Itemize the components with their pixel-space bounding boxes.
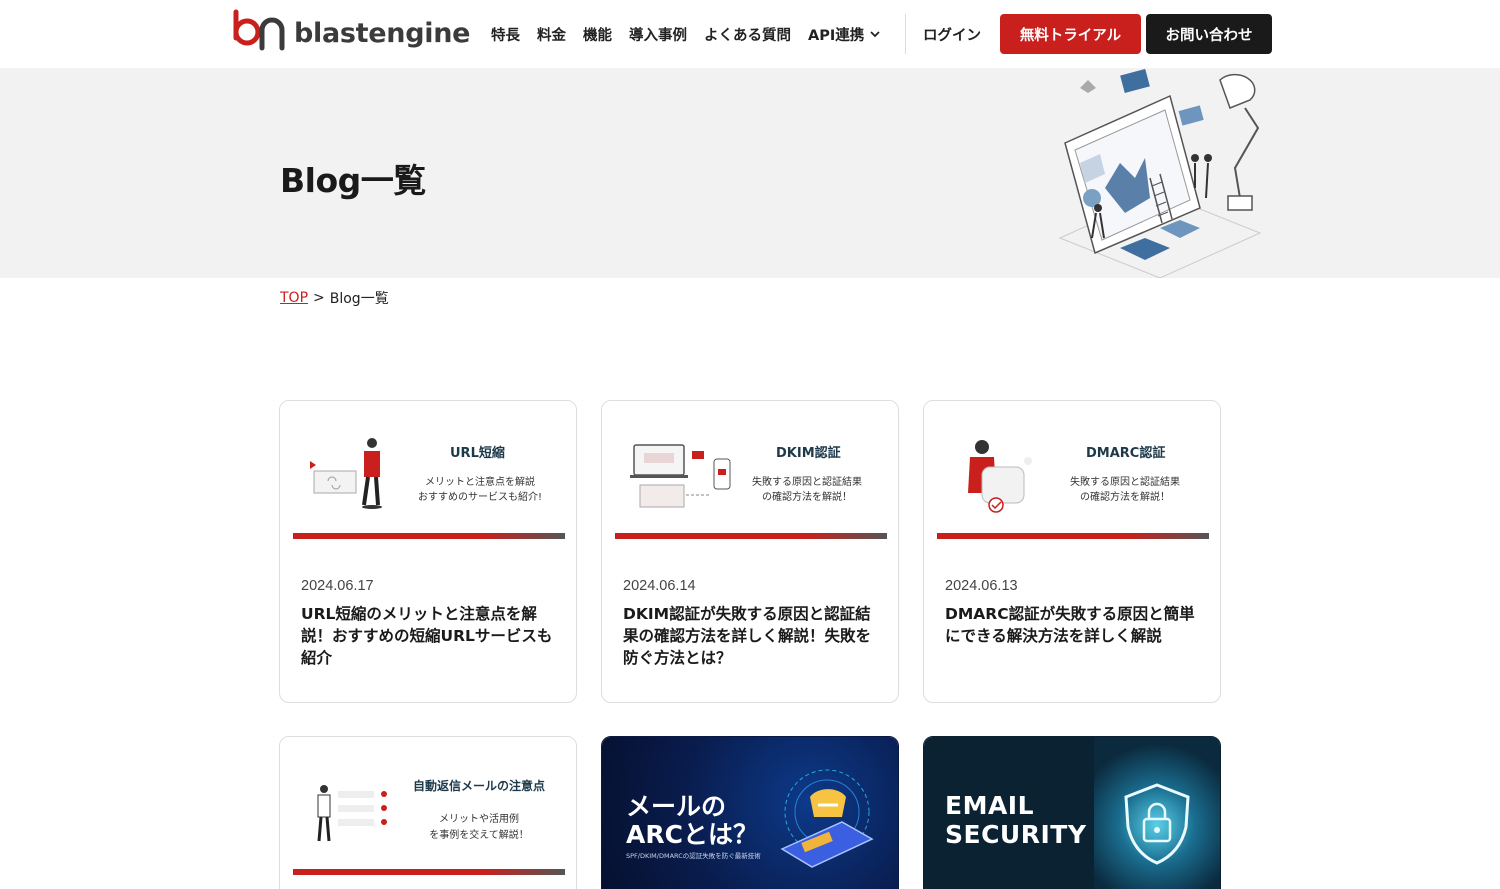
thumb-accent-bar: [615, 533, 887, 539]
blog-card[interactable]: DMARC認証 失敗する原因と認証結果 の確認方法を解説！ 2024.06.13…: [923, 400, 1221, 703]
lock-shield-icon: [1124, 783, 1190, 865]
nav-faq[interactable]: よくある質問: [704, 24, 791, 45]
card-thumbnail: URL短縮 メリットと注意点を解説 おすすめのサービスも紹介!: [280, 401, 576, 551]
nav-functions[interactable]: 機能: [583, 24, 612, 45]
thumb-subtitle-1: 失敗する原因と認証結果: [752, 477, 862, 488]
post-date: 2024.06.17: [301, 578, 374, 594]
blog-card[interactable]: DKIM認証 失敗する原因と認証結果 の確認方法を解説！ 2024.06.14 …: [601, 400, 899, 703]
person-checklist-illustration-icon: [317, 785, 387, 842]
thumb-accent-bar: [937, 533, 1209, 539]
blog-card[interactable]: URL短縮 メリットと注意点を解説 おすすめのサービスも紹介! 2024.06.…: [279, 400, 577, 703]
site-logo[interactable]: blastengine: [230, 8, 470, 52]
thumb-subtitle-2: おすすめのサービスも紹介!: [417, 492, 542, 503]
nav-case-studies[interactable]: 導入事例: [629, 24, 687, 45]
thumb-subtitle: SPF/DKIM/DMARCの認証失敗を防ぐ最新技術: [626, 852, 761, 860]
thumb-title: URL短縮: [450, 446, 505, 461]
card-thumbnail: 自動返信メールの注意点 メリットや活用例 を事例を交えて解説！: [280, 737, 576, 887]
thumb-accent-bar: [293, 533, 565, 539]
blog-card[interactable]: EMAIL SECURITY: [923, 736, 1221, 889]
thumb-title-line-2: ARCとは？: [626, 820, 758, 849]
thumb-title: DMARC認証: [1086, 446, 1166, 461]
card-thumbnail: EMAIL SECURITY: [924, 737, 1220, 889]
nav-divider: [905, 14, 906, 54]
card-thumbnail: DMARC認証 失敗する原因と認証結果 の確認方法を解説！: [924, 401, 1220, 551]
blog-card[interactable]: 自動返信メールの注意点 メリットや活用例 を事例を交えて解説！: [279, 736, 577, 889]
thumb-subtitle-2: の確認方法を解説！: [1080, 492, 1170, 503]
breadcrumb-current: Blog一覧: [329, 291, 389, 307]
main-nav: 特長 料金 機能 導入事例 よくある質問 API連携: [491, 0, 898, 68]
person-link-illustration-icon: [310, 438, 382, 509]
post-title[interactable]: DKIM認証が失敗する原因と認証結果の確認方法を詳しく解説！失敗を防ぐ方法とは？: [623, 603, 881, 669]
card-thumbnail: DKIM認証 失敗する原因と認証結果 の確認方法を解説！: [602, 401, 898, 551]
thumb-subtitle-2: の確認方法を解説！: [762, 492, 852, 503]
thumb-accent-bar: [293, 869, 565, 875]
logo-mark-icon: [233, 9, 285, 51]
logo-text: blastengine: [294, 17, 471, 49]
breadcrumb-top-link[interactable]: TOP: [280, 290, 308, 306]
nav-api-label: API連携: [808, 27, 865, 44]
login-link[interactable]: ログイン: [923, 24, 981, 45]
phone-shield-illustration-icon: [780, 769, 874, 868]
post-title[interactable]: URL短縮のメリットと注意点を解説！おすすめの短縮URLサービスも紹介: [301, 603, 559, 669]
laptop-phone-illustration-icon: [630, 444, 731, 508]
thumb-title-line-1: EMAIL: [945, 791, 1035, 820]
thumb-title: DKIM認証: [776, 446, 841, 461]
post-date: 2024.06.13: [945, 578, 1018, 594]
hero-banner: Blog一覧: [0, 68, 1500, 278]
thumb-subtitle-1: メリットと注意点を解説: [425, 477, 535, 488]
thumb-title-line-2: SECURITY: [945, 820, 1087, 849]
card-thumbnail: メールの ARCとは？ SPF/DKIM/DMARCの認証失敗を防ぐ最新技術: [602, 737, 898, 889]
thumb-subtitle-1: 失敗する原因と認証結果: [1070, 477, 1180, 488]
page-title: Blog一覧: [280, 161, 426, 200]
nav-features[interactable]: 特長: [491, 24, 520, 45]
breadcrumb-separator: >: [313, 290, 325, 306]
thumb-title: 自動返信メールの注意点: [413, 779, 546, 793]
post-title[interactable]: DMARC認証が失敗する原因と簡単にできる解決方法を詳しく解説: [945, 603, 1203, 647]
chevron-down-icon: [870, 31, 880, 38]
thumb-subtitle-1: メリットや活用例: [439, 814, 519, 825]
nav-pricing[interactable]: 料金: [537, 24, 566, 45]
breadcrumb: TOP > Blog一覧: [280, 288, 389, 308]
dashboard-illustration-icon: [1058, 68, 1262, 278]
nav-api-dropdown[interactable]: API連携: [808, 24, 881, 45]
post-date: 2024.06.14: [623, 578, 696, 594]
blog-card[interactable]: メールの ARCとは？ SPF/DKIM/DMARCの認証失敗を防ぐ最新技術: [601, 736, 899, 889]
thumb-subtitle-2: を事例を交えて解説！: [429, 830, 529, 841]
free-trial-button[interactable]: 無料トライアル: [1000, 14, 1141, 54]
person-envelope-illustration-icon: [968, 440, 1032, 513]
contact-button[interactable]: お問い合わせ: [1146, 14, 1272, 54]
site-header: blastengine 特長 料金 機能 導入事例 よくある質問 API連携 ロ…: [0, 0, 1500, 68]
